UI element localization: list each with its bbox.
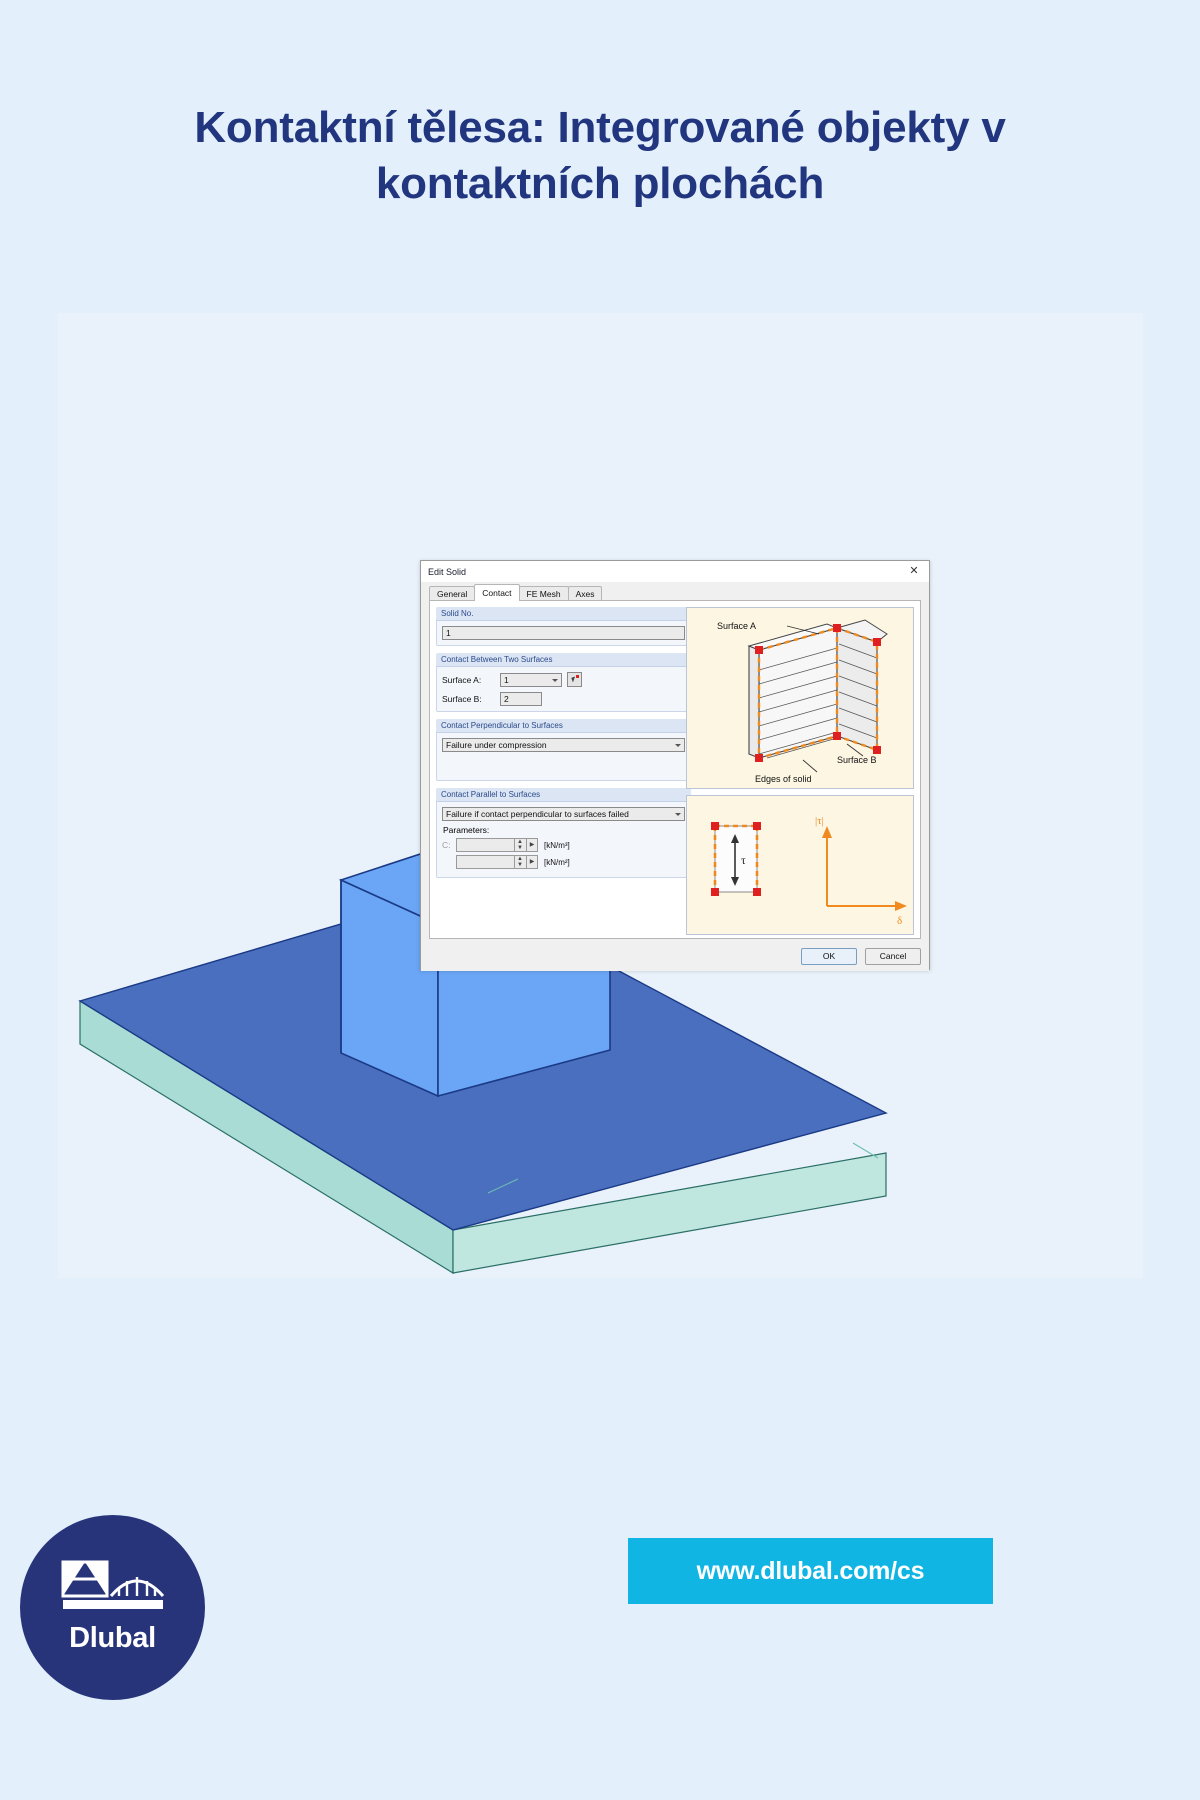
parallel-value: Failure if contact perpendicular to surf… — [446, 809, 629, 819]
solid-no-input[interactable]: 1 — [442, 626, 685, 640]
dlubal-logo: Dlubal — [20, 1515, 205, 1700]
label-delta-axis: δ — [897, 915, 902, 927]
param-2-stepper[interactable]: ▲ ▼ ▶ — [456, 855, 538, 869]
parallel-select[interactable]: Failure if contact perpendicular to surf… — [442, 807, 685, 821]
form-column: Solid No. 1 Contact Between Two Surfaces… — [436, 607, 691, 885]
group-body-solid-no: 1 — [436, 621, 691, 646]
label-surface-a: Surface A — [717, 621, 756, 631]
tab-axes[interactable]: Axes — [567, 586, 603, 601]
label-tau-axis: |τ| — [815, 815, 824, 827]
pick-marker-icon — [576, 675, 579, 678]
surface-a-select[interactable]: 1 — [500, 672, 562, 687]
group-header-perpendicular: Contact Perpendicular to Surfaces — [436, 719, 691, 733]
cancel-button[interactable]: Cancel — [865, 948, 921, 965]
surface-a-label: Surface A: — [442, 674, 482, 685]
dialog-titlebar[interactable]: Edit Solid ✕ — [421, 561, 929, 582]
dialog-footer: OK Cancel — [801, 948, 921, 965]
logo-text: Dlubal — [69, 1622, 156, 1654]
diagram-shear-law: τ |τ| δ — [686, 795, 914, 935]
group-header-contact-between: Contact Between Two Surfaces — [436, 653, 691, 667]
tab-general[interactable]: General — [429, 586, 476, 601]
param-2-unit: [kN/m²] — [544, 857, 570, 867]
param-c-unit: [kN/m³] — [544, 840, 570, 850]
page-title: Kontaktní tělesa: Integrované objekty v … — [194, 103, 1006, 209]
group-body-perpendicular: Failure under compression — [436, 733, 691, 781]
website-url-bar[interactable]: www.dlubal.com/cs — [628, 1538, 993, 1604]
website-url: www.dlubal.com/cs — [696, 1556, 925, 1585]
surface-a-row: Surface A: 1 — [442, 672, 685, 687]
label-surface-b: Surface B — [837, 755, 877, 765]
spinner-updown-icon[interactable]: ▲ ▼ — [514, 839, 525, 851]
perpendicular-select[interactable]: Failure under compression — [442, 738, 685, 752]
dialog-title: Edit Solid — [428, 566, 467, 577]
group-header-solid-no: Solid No. — [436, 607, 691, 621]
label-edges-of-solid: Edges of solid — [755, 774, 812, 784]
dialog-tabstrip[interactable]: General Contact FE Mesh Axes — [429, 584, 603, 601]
dlubal-bridge-icon — [61, 1560, 164, 1609]
edit-solid-dialog[interactable]: Edit Solid ✕ General Contact FE Mesh Axe… — [420, 560, 930, 971]
group-solid-no: Solid No. 1 — [436, 607, 691, 646]
group-parallel: Contact Parallel to Surfaces Failure if … — [436, 788, 691, 878]
perpendicular-value: Failure under compression — [446, 740, 547, 750]
surface-b-row: Surface B: 2 — [442, 692, 685, 706]
group-contact-between: Contact Between Two Surfaces Surface A: … — [436, 653, 691, 712]
poster-page: Kontaktní tělesa: Integrované objekty v … — [0, 0, 1200, 1800]
group-perpendicular: Contact Perpendicular to Surfaces Failur… — [436, 719, 691, 781]
chevron-down-icon — [675, 744, 681, 747]
param-c-stepper[interactable]: ▲ ▼ ▶ — [456, 838, 538, 852]
diagram-contact-surfaces: Surface A Surface B Edges of solid — [686, 607, 914, 789]
chevron-down-icon — [552, 678, 558, 682]
group-header-parallel: Contact Parallel to Surfaces — [436, 788, 691, 802]
param-row-c: C: ▲ ▼ ▶ [kN/m³] — [442, 838, 685, 852]
spinner-expand-icon[interactable]: ▶ — [526, 839, 537, 851]
chevron-down-icon — [675, 813, 681, 816]
spinner-expand-icon[interactable]: ▶ — [526, 856, 537, 868]
parameters-label: Parameters: — [443, 825, 490, 835]
pick-surface-icon[interactable] — [567, 672, 582, 687]
surface-a-value: 1 — [504, 674, 509, 685]
group-body-parallel: Failure if contact perpendicular to surf… — [436, 802, 691, 878]
param-row-2: ▲ ▼ ▶ [kN/m²] — [442, 855, 685, 869]
tab-fe-mesh[interactable]: FE Mesh — [518, 586, 569, 601]
dialog-body: General Contact FE Mesh Axes Solid No. 1… — [421, 582, 929, 971]
param-c-label: C: — [442, 840, 451, 850]
ok-button[interactable]: OK — [801, 948, 857, 965]
surface-b-input[interactable]: 2 — [500, 692, 542, 706]
spinner-updown-icon[interactable]: ▲ ▼ — [514, 856, 525, 868]
diagram-column: Surface A Surface B Edges of solid τ |τ|… — [686, 607, 914, 935]
group-body-contact-between: Surface A: 1 Surface B: 2 — [436, 667, 691, 712]
label-tau-symbol: τ — [741, 853, 746, 867]
close-icon[interactable]: ✕ — [903, 564, 925, 579]
tab-contact[interactable]: Contact — [474, 584, 520, 601]
surface-b-label: Surface B: — [442, 694, 482, 704]
contact-tab-panel: Solid No. 1 Contact Between Two Surfaces… — [429, 600, 921, 939]
